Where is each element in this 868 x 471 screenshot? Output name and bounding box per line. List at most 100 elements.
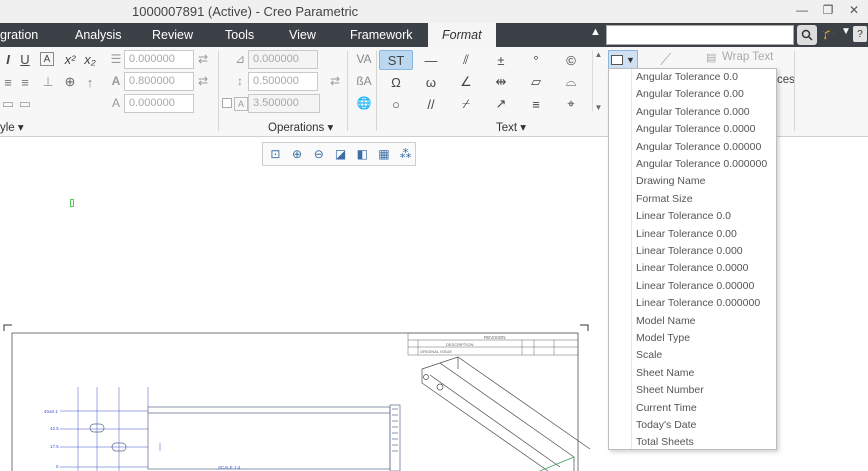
menu-item-linear-tol-5[interactable]: Linear Tolerance 0.00000 <box>636 278 754 295</box>
menu-item-model-name[interactable]: Model Name <box>636 313 696 330</box>
menu-item-model-type[interactable]: Model Type <box>636 330 690 347</box>
symbol-arc[interactable]: ⌓ <box>554 72 588 92</box>
menu-item-angular-tol-6[interactable]: Angular Tolerance 0.000000 <box>636 156 767 173</box>
symbol-parallel[interactable]: // <box>414 94 448 114</box>
tab-integration[interactable]: gration <box>0 23 38 47</box>
text-box-button[interactable]: A <box>40 52 54 66</box>
symbol-runout[interactable]: ↗ <box>484 94 518 114</box>
hyperlink-icon[interactable]: 🌐 <box>357 94 372 112</box>
restore-icon[interactable]: ❐ <box>820 2 836 18</box>
refit-icon[interactable]: ⊡ <box>266 145 285 164</box>
ba-icon[interactable]: ßA <box>356 72 371 90</box>
height-checkbox[interactable] <box>222 98 232 108</box>
tab-format[interactable]: Format <box>428 23 496 47</box>
symbol-symmetry-lines[interactable]: ≡ <box>519 94 553 114</box>
line-spacing-field[interactable]: 0.000000 <box>124 50 194 69</box>
symbol-omega[interactable]: Ω <box>379 72 413 92</box>
tab-view[interactable]: View <box>289 23 316 47</box>
tab-tools[interactable]: Tools <box>225 23 254 47</box>
symbol-scrollbar[interactable]: ▲ ▼ <box>592 50 604 112</box>
repaint-icon[interactable]: ◪ <box>331 145 350 164</box>
menu-item-angular-tol-1[interactable]: Angular Tolerance 0.0 <box>636 69 738 86</box>
parameter-dropdown-button[interactable]: ▼ <box>608 50 638 69</box>
swap-icon[interactable]: ⇄ <box>328 72 342 90</box>
menu-item-current-time[interactable]: Current Time <box>636 400 697 417</box>
help-icon[interactable]: ? <box>853 26 867 42</box>
indent-icon[interactable]: ▭ <box>0 95 16 113</box>
zoom-in-icon[interactable]: ⊕ <box>288 145 307 164</box>
search-input[interactable] <box>606 25 794 45</box>
wrap-text-button[interactable]: Wrap Text <box>722 51 773 63</box>
close-icon[interactable]: ✕ <box>846 2 862 18</box>
sketch-icon[interactable]: ⁂ <box>396 145 415 164</box>
menu-item-sheet-number[interactable]: Sheet Number <box>636 382 704 399</box>
learning-hat-icon[interactable]: 🎓 <box>822 26 837 40</box>
symbol-cylindricity[interactable]: ⌿ <box>449 94 483 114</box>
anchor-up-icon[interactable]: ↑ <box>82 73 98 91</box>
symbol-profile[interactable]: ⫽ <box>449 50 483 70</box>
outdent-icon[interactable]: ▭ <box>17 95 33 113</box>
width-factor-field[interactable]: 0.800000 <box>124 72 194 91</box>
menu-item-sheet-name[interactable]: Sheet Name <box>636 365 694 382</box>
menu-item-format-size[interactable]: Format Size <box>636 191 693 208</box>
va-spacing-icon[interactable]: VA <box>356 50 371 68</box>
zoom-out-icon[interactable]: ⊖ <box>309 145 328 164</box>
scroll-up-icon[interactable]: ▲ <box>595 50 603 59</box>
menu-item-scale[interactable]: Scale <box>636 347 662 364</box>
display-style-icon[interactable]: ◧ <box>353 145 372 164</box>
char-spacing-field[interactable]: 0.500000 <box>248 72 318 91</box>
symbol-copyright[interactable]: © <box>554 50 588 70</box>
menu-item-angular-tol-5[interactable]: Angular Tolerance 0.00000 <box>636 139 761 156</box>
menu-item-linear-tol-4[interactable]: Linear Tolerance 0.0000 <box>636 260 748 277</box>
wrap-text-icon[interactable]: ▤ <box>706 51 716 64</box>
baseline-icon[interactable]: ⊥ <box>40 73 56 91</box>
underline-button[interactable]: U <box>17 50 33 68</box>
datum-display-icon[interactable]: ▦ <box>375 145 394 164</box>
symbol-plus-minus[interactable]: ± <box>484 50 518 70</box>
align-left-icon[interactable]: ≡ <box>0 73 16 91</box>
group-label-style[interactable]: yle ▾ <box>0 120 24 134</box>
dim-label: 17.5 <box>50 444 59 449</box>
swap-icon[interactable]: ⇄ <box>196 72 210 90</box>
menu-item-total-sheets[interactable]: Total Sheets <box>636 434 694 451</box>
drawing-sheet: REVISION DESCRIPTION ORIGINAL ISSUE 40±0… <box>3 324 591 471</box>
minimize-icon[interactable]: — <box>794 2 810 18</box>
symbol-dash[interactable]: — <box>414 50 448 70</box>
symbol-position[interactable]: ⌖ <box>554 94 588 114</box>
search-icon[interactable] <box>797 25 817 45</box>
align-right-icon[interactable]: ≡ <box>17 73 33 91</box>
symbol-flatness[interactable]: ▱ <box>519 72 553 92</box>
menu-item-todays-date[interactable]: Today's Date <box>636 417 696 434</box>
rotation-field[interactable]: 0.000000 <box>248 50 318 69</box>
menu-item-angular-tol-4[interactable]: Angular Tolerance 0.0000 <box>636 121 755 138</box>
menu-item-angular-tol-3[interactable]: Angular Tolerance 0.000 <box>636 104 750 121</box>
menu-item-drawing-name[interactable]: Drawing Name <box>636 173 705 190</box>
subscript-button[interactable]: x₂ <box>82 50 98 68</box>
menu-item-linear-tol-2[interactable]: Linear Tolerance 0.00 <box>636 226 737 243</box>
tab-review[interactable]: Review <box>152 23 193 47</box>
tab-framework[interactable]: Framework <box>350 23 413 47</box>
symbol-st[interactable]: ST <box>379 50 413 70</box>
symbol-degree[interactable]: ° <box>519 50 553 70</box>
collapse-ribbon-icon[interactable]: ▲ <box>590 26 601 38</box>
scroll-down-icon[interactable]: ▼ <box>595 103 603 112</box>
chevron-down-icon[interactable]: ▼ <box>841 26 851 37</box>
symbol-circle[interactable]: ○ <box>379 94 413 114</box>
menu-item-angular-tol-2[interactable]: Angular Tolerance 0.00 <box>636 86 744 103</box>
text-height-field[interactable]: 3.500000 <box>248 94 320 113</box>
symbol-angle[interactable]: ∠ <box>449 72 483 92</box>
superscript-button[interactable]: x² <box>62 50 78 68</box>
menu-item-linear-tol-3[interactable]: Linear Tolerance 0.000 <box>636 243 743 260</box>
symbol-symmetry[interactable]: ⇹ <box>484 72 518 92</box>
slant-angle-field[interactable]: 0.000000 <box>124 94 194 113</box>
symbol-small-omega[interactable]: ω <box>414 72 448 92</box>
menu-item-linear-tol-1[interactable]: Linear Tolerance 0.0 <box>636 208 731 225</box>
anchor-down-icon[interactable]: ⊕ <box>62 73 78 91</box>
truncated-label: ces <box>777 74 795 86</box>
swap-icon[interactable]: ⇄ <box>196 50 210 68</box>
group-label-text[interactable]: Text ▾ <box>496 120 526 134</box>
menu-item-linear-tol-6[interactable]: Linear Tolerance 0.000000 <box>636 295 760 312</box>
italic-button[interactable]: I <box>0 50 16 68</box>
group-label-operations[interactable]: Operations ▾ <box>268 120 333 134</box>
tab-analysis[interactable]: Analysis <box>75 23 122 47</box>
